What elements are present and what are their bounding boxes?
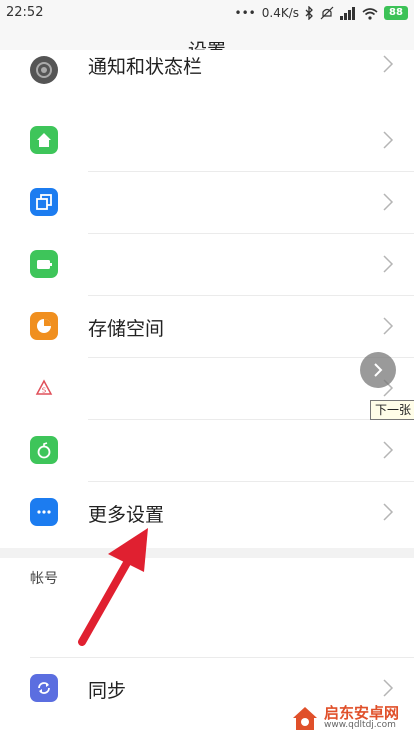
chevron-right-icon: [383, 255, 394, 273]
row-multi-window[interactable]: [0, 172, 414, 234]
bluetooth-icon: [305, 6, 313, 20]
next-tooltip: 下一张: [370, 400, 414, 420]
chevron-right-icon: [383, 441, 394, 459]
watermark-title: 启东安卓网: [324, 703, 400, 722]
sync-icon: [30, 674, 58, 702]
dots-icon: [30, 498, 58, 526]
chevron-right-icon: [383, 193, 394, 211]
row-display[interactable]: [0, 234, 414, 296]
gear-ring-icon: [30, 56, 58, 84]
chevron-right-icon: [383, 679, 394, 697]
chevron-right-icon: [374, 363, 383, 377]
row-home-screen[interactable]: [0, 110, 414, 172]
overlap-squares-icon: [30, 188, 58, 216]
network-speed: 0.4K/s: [261, 6, 299, 20]
battery-level: 88: [384, 6, 408, 20]
row-more-settings[interactable]: 更多设置: [0, 482, 414, 544]
row-label: 同步: [88, 680, 127, 702]
section-header-account: 帐号: [0, 558, 414, 596]
chevron-right-icon: [383, 131, 394, 149]
next-image-button[interactable]: [360, 352, 396, 388]
annotation-arrow-icon: [78, 528, 148, 646]
pie-chart-icon: [30, 312, 58, 340]
row-account-empty[interactable]: [0, 596, 414, 658]
wifi-icon: [362, 7, 378, 20]
row-label: 通知和状态栏: [88, 56, 203, 78]
signal-icon: [340, 6, 355, 20]
house-logo-icon: [293, 707, 317, 730]
row-label: 存储空间: [88, 318, 165, 340]
section-gap: [0, 548, 414, 558]
status-icons: ••• 0.4K/s 88: [235, 4, 408, 22]
svg-text:S: S: [42, 387, 47, 395]
watermark: 启东安卓网 www.qdltdj.com: [286, 700, 414, 736]
row-power[interactable]: [0, 420, 414, 482]
status-time: 22:52: [6, 5, 44, 20]
home-icon: [30, 126, 58, 154]
chevron-right-icon: [383, 55, 394, 73]
shield-s-icon: S: [30, 374, 58, 402]
row-security[interactable]: S: [0, 358, 414, 420]
mute-icon: [320, 6, 334, 20]
section-title: 帐号: [30, 571, 58, 587]
chevron-right-icon: [383, 317, 394, 335]
chevron-right-icon: [383, 503, 394, 521]
bomb-icon: [30, 436, 58, 464]
row-storage[interactable]: 存储空间: [0, 296, 414, 358]
watermark-url: www.qdltdj.com: [324, 720, 396, 731]
dots-indicator-icon: •••: [234, 6, 256, 20]
status-bar: 22:52 ••• 0.4K/s 88: [0, 0, 414, 26]
row-notification-status-bar[interactable]: 通知和状态栏: [0, 50, 414, 112]
battery-rect-icon: [30, 250, 58, 278]
